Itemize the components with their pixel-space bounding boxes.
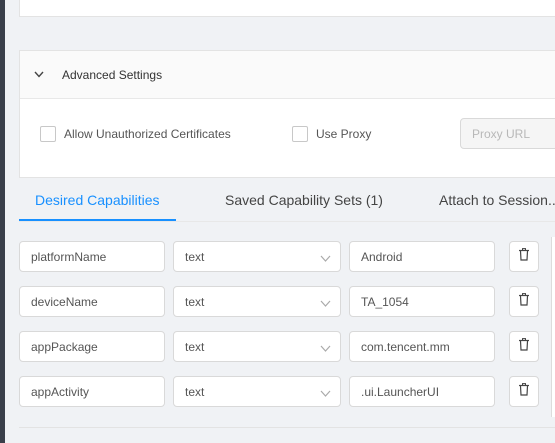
capability-row: appPackage text com.tencent.mm (19, 331, 555, 362)
capability-row: platformName text Android (19, 241, 555, 272)
tab-attach-to-session[interactable]: Attach to Session... (439, 192, 555, 208)
capabilities-tabs: Desired Capabilities Saved Capability Se… (19, 180, 555, 222)
capability-row: deviceName text TA_1054 (19, 286, 555, 317)
delete-capability-button[interactable] (509, 241, 539, 272)
tab-saved-capability-sets[interactable]: Saved Capability Sets (1) (225, 192, 383, 208)
delete-capability-button[interactable] (509, 376, 539, 407)
capability-name-input[interactable]: deviceName (19, 286, 165, 317)
tab-desired-capabilities[interactable]: Desired Capabilities (35, 192, 160, 208)
trash-icon (518, 247, 530, 266)
delete-capability-button[interactable] (509, 331, 539, 362)
chevron-down-icon[interactable] (34, 71, 62, 78)
window-edge (0, 0, 5, 443)
chevron-down-icon (320, 297, 331, 311)
use-proxy-checkbox-row[interactable]: Use Proxy (292, 126, 371, 142)
capability-type-select[interactable]: text (173, 331, 341, 362)
capability-value-input[interactable]: Android (349, 241, 495, 272)
json-representation-panel-edge (551, 237, 555, 417)
capability-type-value: text (185, 339, 205, 354)
advanced-settings-header[interactable]: Advanced Settings (20, 51, 555, 99)
capability-type-select[interactable]: text (173, 376, 341, 407)
capability-row: appActivity text .ui.LauncherUI (19, 376, 555, 407)
trash-icon (518, 382, 530, 401)
capability-name-input[interactable]: platformName (19, 241, 165, 272)
capability-value-input[interactable]: .ui.LauncherUI (349, 376, 495, 407)
use-proxy-checkbox[interactable] (292, 126, 308, 142)
advanced-settings-panel: Advanced Settings Allow Unauthorized Cer… (19, 50, 555, 178)
capability-type-select[interactable]: text (173, 241, 341, 272)
capability-value-input[interactable]: com.tencent.mm (349, 331, 495, 362)
allow-unauthorized-checkbox-row[interactable]: Allow Unauthorized Certificates (40, 126, 231, 142)
capability-type-value: text (185, 249, 205, 264)
capability-type-select[interactable]: text (173, 286, 341, 317)
chevron-down-icon (320, 342, 331, 356)
capability-type-value: text (185, 294, 205, 309)
allow-unauthorized-label: Allow Unauthorized Certificates (64, 127, 231, 141)
server-settings-card (19, 0, 555, 17)
capability-name-input[interactable]: appActivity (19, 376, 165, 407)
active-tab-indicator (19, 219, 176, 221)
chevron-down-icon (320, 387, 331, 401)
use-proxy-label: Use Proxy (316, 127, 372, 141)
trash-icon (518, 337, 530, 356)
delete-capability-button[interactable] (509, 286, 539, 317)
capability-type-value: text (185, 384, 205, 399)
allow-unauthorized-checkbox[interactable] (40, 126, 56, 142)
proxy-url-input[interactable]: Proxy URL (460, 118, 555, 149)
capability-name-input[interactable]: appPackage (19, 331, 165, 362)
advanced-settings-title: Advanced Settings (62, 67, 163, 82)
advanced-settings-body: Allow Unauthorized Certificates Use Prox… (20, 99, 555, 177)
capability-value-input[interactable]: TA_1054 (349, 286, 495, 317)
bottom-bar (19, 427, 555, 443)
trash-icon (518, 292, 530, 311)
chevron-down-icon (320, 252, 331, 266)
